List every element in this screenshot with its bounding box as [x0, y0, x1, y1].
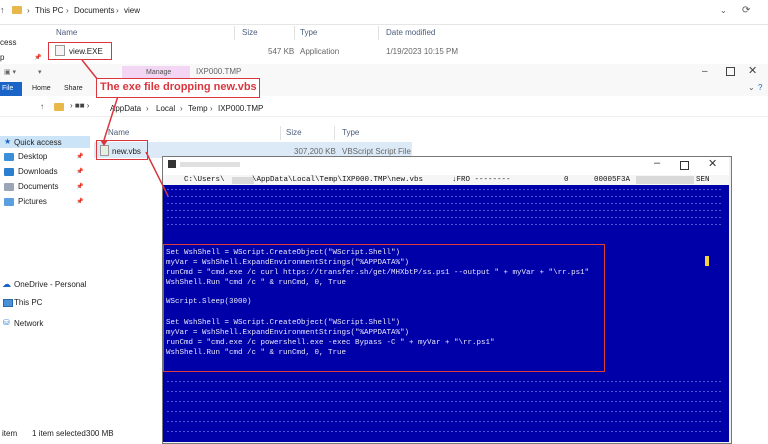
annotation-arrows: [81, 59, 169, 197]
arrow-label-to-vbs: [103, 95, 119, 141]
arrow-exe-to-label: [81, 59, 99, 81]
annotation-label: The exe file dropping new.vbs: [100, 81, 257, 93]
arrow-head-vbs: [100, 140, 108, 146]
arrow-vbs-to-viewer: [145, 151, 169, 197]
